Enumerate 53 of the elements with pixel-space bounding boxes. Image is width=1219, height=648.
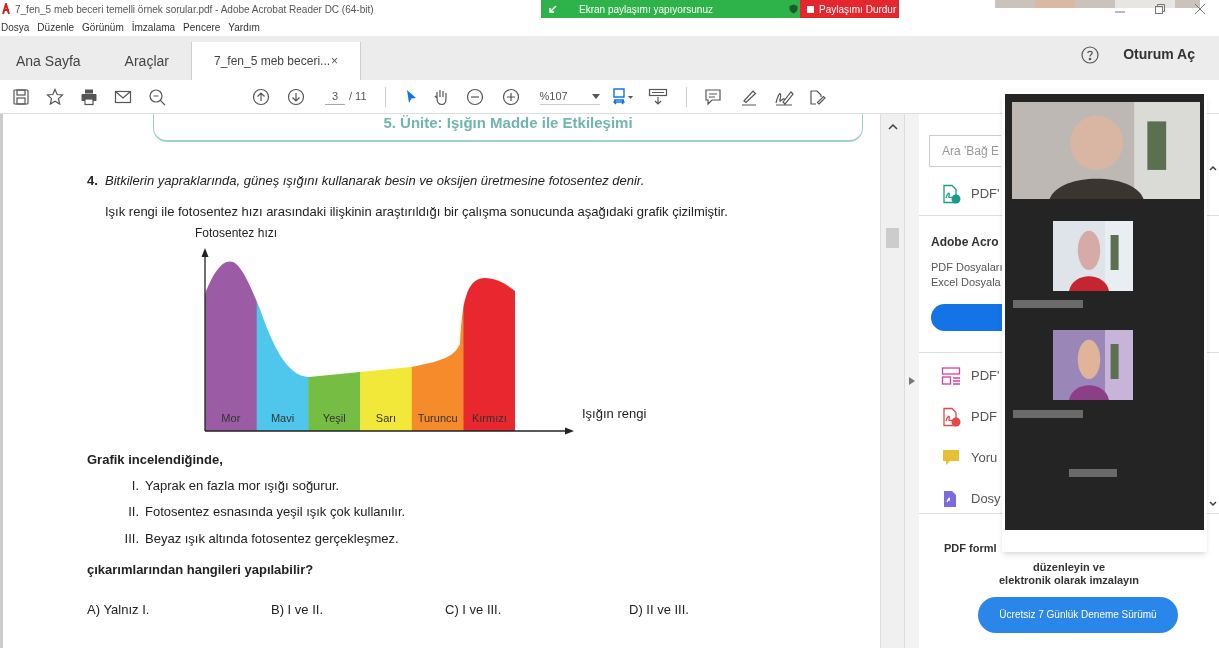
- lead-text: Grafik incelendiğinde,: [87, 451, 224, 469]
- footer-title: PDF forml: [944, 541, 998, 556]
- tool-item[interactable]: PDF: [971, 406, 997, 427]
- page-count: / 11: [349, 89, 367, 105]
- tab[interactable]: Ana Sayfa: [0, 42, 103, 80]
- tool-item[interactable]: PDF': [971, 184, 1000, 204]
- band-label: Sarı: [375, 412, 397, 424]
- tool-item[interactable]: Yoru: [971, 447, 998, 468]
- band-label: Mor: [221, 412, 241, 424]
- answer-option[interactable]: D) II ve III.: [629, 599, 689, 619]
- band-label: Mavi: [270, 412, 295, 424]
- promo-text: PDF Dosyaları: [931, 260, 1004, 275]
- promo-title: Adobe Acro: [931, 234, 1000, 251]
- menu-item[interactable]: Görünüm: [82, 19, 124, 35]
- statement-text: Beyaz ışık altında fotosentez gerçekleşmez.: [145, 529, 399, 548]
- close-tab-button[interactable]: ×: [330, 52, 338, 70]
- page-number-field[interactable]: 3: [325, 87, 345, 106]
- tool-item[interactable]: Dosy: [971, 488, 1001, 509]
- x-axis-label: Işığın rengi: [582, 405, 647, 423]
- footer-text: elektronik olarak imzalayın: [999, 573, 1139, 587]
- band-label: Kırmızı: [471, 412, 507, 424]
- tool-item[interactable]: PDF': [971, 365, 1000, 386]
- statement-number: II.: [127, 503, 139, 521]
- statement-number: III.: [124, 529, 139, 548]
- question-text: Işık rengi ile fotosentez hızı arasındaki ilişkinin araştırıldığı bir çalışma sonucunda aşağıdaki grafik çizilmiştir.: [105, 202, 729, 221]
- statement-text: Yaprak en fazla mor ışığı soğurur.: [145, 476, 340, 495]
- stop-sharing-button[interactable]: Paylaşımı Durdur: [800, 0, 899, 18]
- tab[interactable]: 7_fen_5 meb beceri...×: [190, 42, 361, 80]
- answer-option[interactable]: B) I ve II.: [271, 599, 445, 619]
- menu-item[interactable]: Yardım: [228, 19, 260, 35]
- zoom-dropdown[interactable]: %107: [539, 87, 600, 106]
- answer-option[interactable]: C) I ve III.: [445, 599, 629, 619]
- menu-item[interactable]: Dosya: [1, 19, 30, 35]
- trial-button[interactable]: Ücretsiz 7 Günlük Deneme Sürümü: [978, 596, 1178, 633]
- statement-text: Fotosentez esnasında yeşil ışık çok kullanılır.: [145, 503, 406, 521]
- question-number: 4.: [87, 172, 99, 190]
- statement-number: I.: [130, 476, 139, 495]
- sign-in-button[interactable]: Oturum Aç: [1123, 44, 1195, 65]
- footer-text: düzenleyin ve: [1032, 560, 1106, 574]
- promo-text: Excel Dosyala: [931, 275, 1002, 290]
- sharing-status: Ekran paylaşımı yapıyorsunuz: [579, 2, 714, 17]
- tab[interactable]: Araçlar: [102, 42, 191, 80]
- question-prompt: çıkarımlarından hangileri yapılabilir?: [87, 561, 315, 579]
- question-intro: Bitkilerin yapraklarında, güneş ışığını kullanarak besin ve oksijen üretmesine fotosentez denir.: [105, 172, 645, 190]
- menu-item[interactable]: İmzalama: [131, 19, 176, 35]
- menu-item[interactable]: Düzenle: [37, 19, 75, 35]
- y-axis-label: Fotosentez hızı: [195, 225, 278, 242]
- window-title: 7_fen_5 meb beceri temelli örnek sorular.pdf - Adobe Acrobat Reader DC (64-bit): [15, 2, 374, 17]
- band-label: Yeşil: [322, 412, 346, 424]
- band-label: Turuncu: [417, 412, 458, 424]
- unit-header: 5. Ünite: Işığın Madde ile Etkileşimi: [383, 114, 633, 133]
- answer-option[interactable]: A) Yalnız I.: [87, 599, 271, 619]
- menu-item[interactable]: Pencere: [183, 19, 221, 35]
